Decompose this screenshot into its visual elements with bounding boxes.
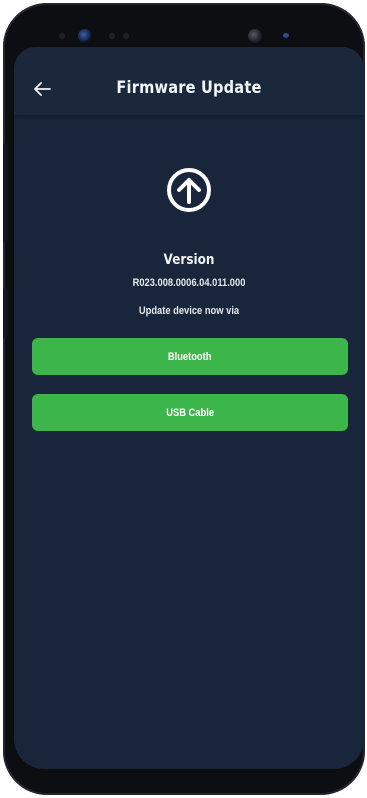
sensor-dot [283,33,289,38]
volume-button [3,143,7,243]
app-header: Firmware Update [14,47,364,115]
usb-cable-button-label: USB Cable [166,406,214,419]
phone-sensor-bar [43,23,333,49]
iris-camera-icon [78,29,92,43]
bluetooth-button[interactable]: Bluetooth [32,338,348,375]
version-value: R023.008.0006.04.011.000 [132,277,246,289]
front-camera-icon [248,29,262,43]
bluetooth-button-label: Bluetooth [168,350,212,363]
usb-cable-button[interactable]: USB Cable [32,394,348,431]
app-screen: Firmware Update Version R023.008.0006.04… [14,47,364,769]
arrow-up-circle-icon [165,166,213,214]
sensor-dot [109,33,115,39]
update-instruction: Update device now via [138,305,240,317]
page-title: Firmware Update [116,78,262,98]
bixby-button [3,288,7,338]
sensor-dot [123,33,129,39]
phone-frame: Firmware Update Version R023.008.0006.04… [3,3,365,795]
version-label: Version [163,252,215,268]
sensor-dot [59,33,65,39]
